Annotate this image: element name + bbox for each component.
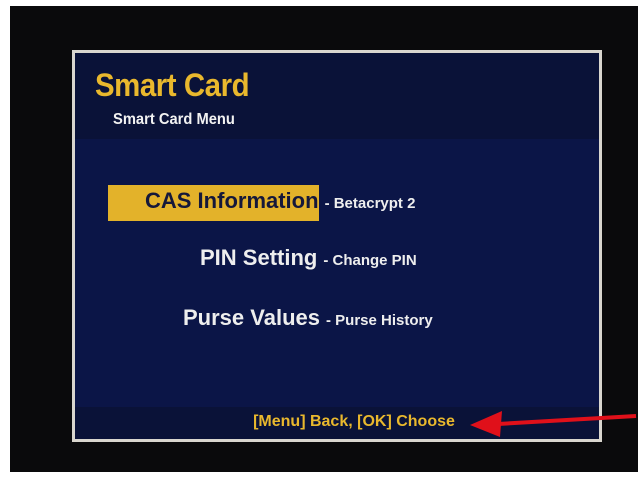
menu-item-label: CAS Information [145,188,319,213]
menu-item-cas-information[interactable]: CAS Information - Betacrypt 2 [145,188,415,214]
tv-bezel: Smart Card Smart Card Menu CAS Informati… [10,6,638,472]
red-arrow-icon [470,411,637,437]
page-subtitle: Smart Card Menu [113,111,235,128]
menu-item-label: PIN Setting [200,245,318,270]
page-title: Smart Card [95,67,250,103]
header: Smart Card Smart Card Menu [75,53,599,139]
menu-item-purse-values[interactable]: Purse Values - Purse History [183,305,433,331]
menu-item-description: - Change PIN [323,252,417,269]
menu-item-description: - Betacrypt 2 [324,195,416,212]
smart-card-screen: Smart Card Smart Card Menu CAS Informati… [72,50,602,442]
menu-item-description: - Purse History [325,312,433,329]
menu-item-label: Purse Values [183,305,320,330]
menu-item-pin-setting[interactable]: PIN Setting - Change PIN [200,245,417,271]
